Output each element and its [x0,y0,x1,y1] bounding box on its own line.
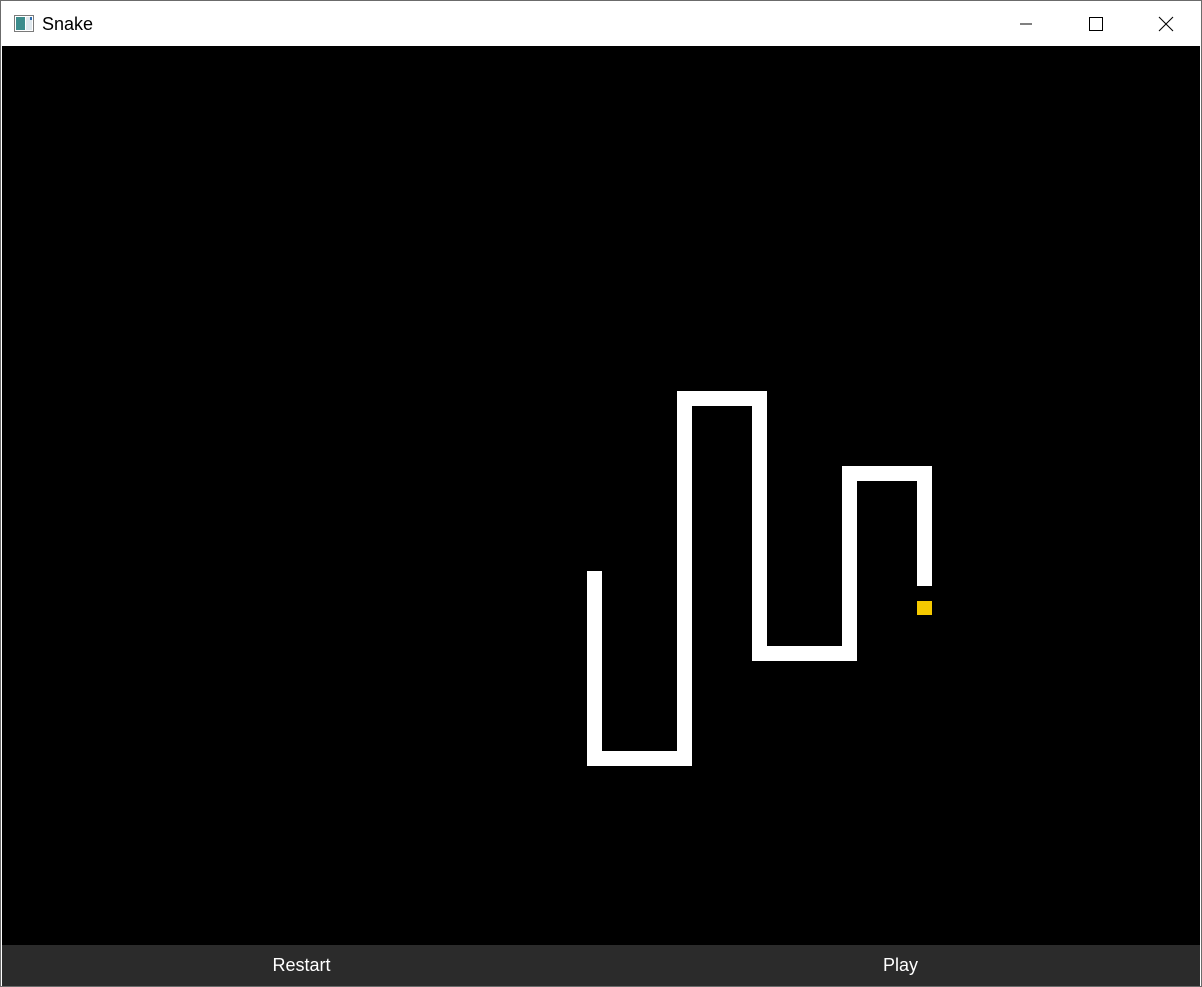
snake [587,391,932,766]
window-title: Snake [42,14,94,34]
minimize-button[interactable] [991,2,1061,45]
game-board[interactable] [2,46,1200,945]
maximize-icon [1089,16,1103,31]
snake-segment [752,646,857,661]
close-icon [1158,16,1174,31]
snake-window: Snake Restart Play [0,0,1202,987]
snake-segment [842,466,857,661]
play-label: Play [882,955,918,975]
play-button[interactable]: Play [601,945,1200,986]
minimize-icon [1020,23,1032,24]
food-pellet [917,601,932,615]
title-bar[interactable]: Snake [2,2,1200,45]
game-canvas [587,391,932,766]
control-bar: Restart Play [2,945,1200,986]
restart-label: Restart [272,955,331,975]
snake-segment [587,751,692,766]
snake-head [917,466,932,586]
snake-segment [677,391,692,766]
snake-segment [752,391,767,661]
maximize-button[interactable] [1061,2,1131,45]
restart-button[interactable]: Restart [2,945,601,986]
snake-app-icon [14,15,34,32]
snake-segment [587,571,602,766]
close-button[interactable] [1131,2,1201,45]
